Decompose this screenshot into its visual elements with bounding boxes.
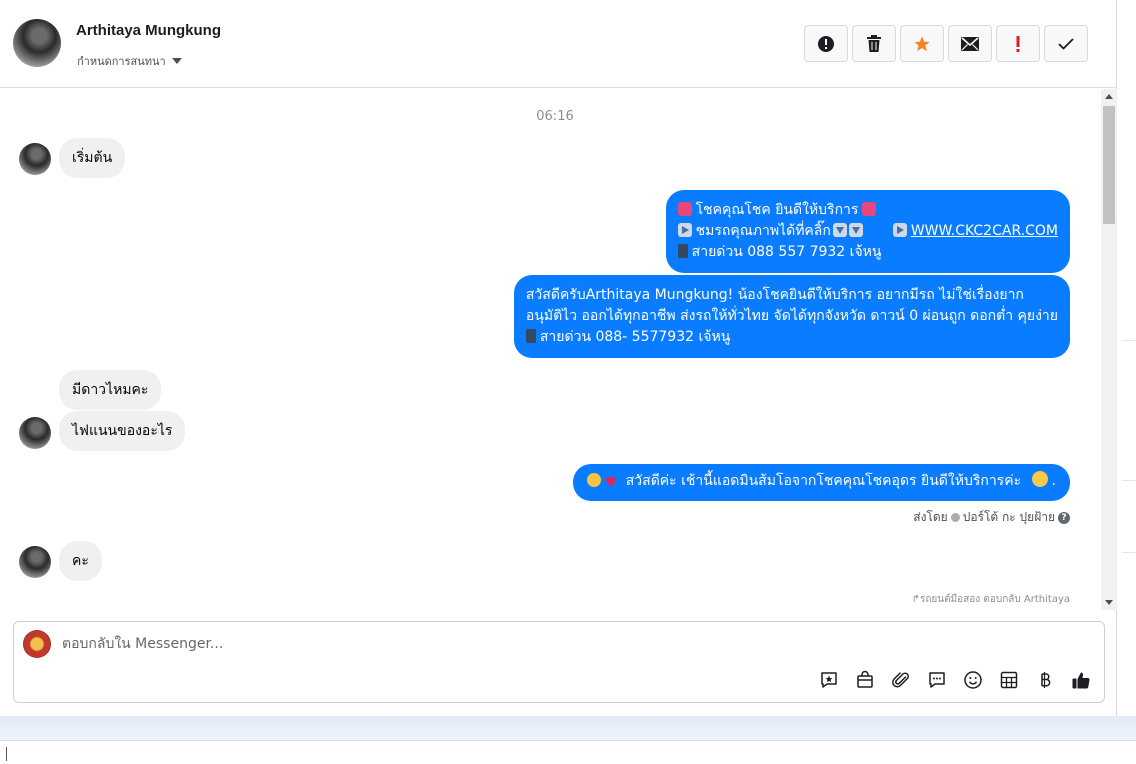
message-line: โชคคุณโชค ยินดีให้บริการ bbox=[677, 200, 1058, 221]
message-timestamp: 06:16 bbox=[536, 109, 574, 124]
baht-icon bbox=[1041, 672, 1051, 688]
shop-button[interactable] bbox=[854, 669, 876, 691]
assign-label: กำหนดการสนทนา bbox=[77, 55, 166, 68]
sender-avatar[interactable] bbox=[19, 143, 51, 175]
star-button[interactable] bbox=[900, 25, 944, 62]
folded-hands-icon bbox=[586, 473, 601, 487]
scroll-up-arrow-icon[interactable] bbox=[1105, 94, 1113, 99]
side-scroll-gutter bbox=[1118, 0, 1136, 716]
conversation-panel: Arthitaya Mungkung กำหนดการสนทนา 06:16 เ… bbox=[0, 0, 1117, 716]
sender-avatar[interactable] bbox=[19, 417, 51, 449]
paperclip-icon bbox=[892, 672, 909, 688]
mobile-phone-icon bbox=[677, 244, 688, 258]
scroll-down-arrow-icon[interactable] bbox=[1105, 600, 1113, 605]
mark-done-button[interactable] bbox=[1044, 25, 1088, 62]
grid-table-icon bbox=[1000, 671, 1018, 689]
reply-context-note: ↱รถยนต์มือสอง ตอบกลับ Arthitaya bbox=[911, 594, 1070, 605]
table-button[interactable] bbox=[998, 669, 1020, 691]
attach-file-button[interactable] bbox=[890, 669, 912, 691]
smiley-icon bbox=[964, 671, 982, 689]
payment-button[interactable] bbox=[1034, 669, 1056, 691]
message-line: อนุมัติไว ออกได้ทุกอาชีพ ส่งรถให้ทั่วไทย… bbox=[525, 308, 1058, 324]
mark-spam-button[interactable] bbox=[804, 25, 848, 62]
quick-reply-button[interactable] bbox=[926, 669, 948, 691]
bottom-text-bar[interactable] bbox=[0, 740, 1136, 764]
follow-up-button[interactable] bbox=[996, 25, 1040, 62]
incoming-message[interactable]: คะ bbox=[59, 541, 102, 581]
like-button[interactable] bbox=[1070, 669, 1092, 691]
composer-toolbar bbox=[818, 669, 1092, 691]
caret-down-icon bbox=[171, 58, 182, 64]
page-background-band bbox=[0, 716, 1136, 740]
down-arrow-icon bbox=[832, 223, 847, 237]
contact-name[interactable]: Arthitaya Mungkung bbox=[76, 22, 221, 39]
header-actions bbox=[804, 25, 1088, 62]
outgoing-message[interactable]: โชคคุณโชค ยินดีให้บริการ ชมรถคุณภาพได้ที… bbox=[665, 190, 1070, 273]
verified-dot-icon bbox=[950, 513, 960, 522]
down-arrow-icon bbox=[848, 223, 863, 237]
trash-icon bbox=[867, 34, 881, 52]
incoming-message[interactable]: ไฟแนนของอะไร bbox=[59, 411, 186, 451]
mobile-phone-icon bbox=[525, 329, 536, 343]
sent-by-info: ส่งโดย ปอร์โต้ กะ ปุยฝ้าย ? bbox=[913, 508, 1070, 527]
alert-circle-icon bbox=[818, 35, 834, 52]
sparkle-heart-icon bbox=[862, 202, 877, 216]
message-line: สายด่วน 088- 5577932 เจ้หนู bbox=[525, 327, 1058, 348]
envelope-icon bbox=[961, 36, 979, 51]
mark-unread-button[interactable] bbox=[948, 25, 992, 62]
star-icon bbox=[914, 36, 930, 51]
check-icon bbox=[1058, 37, 1074, 50]
reply-arrow-icon: ↱ bbox=[911, 594, 920, 605]
message-thread[interactable]: 06:16 เริ่มต้น โชคคุณโชค ยินดีให้บริการ … bbox=[0, 89, 1101, 610]
outgoing-message[interactable]: ♥ สวัสดีค่ะ เช้านี้แอดมินส้มโอจากโชคคุณโ… bbox=[572, 464, 1070, 501]
chat-bubble-icon bbox=[929, 672, 945, 688]
incoming-message[interactable]: เริ่มต้น bbox=[59, 138, 126, 178]
help-icon[interactable]: ? bbox=[1058, 511, 1070, 524]
play-button-icon bbox=[892, 223, 907, 237]
smiling-face-hearts-icon bbox=[1031, 471, 1048, 487]
reply-input[interactable] bbox=[62, 634, 962, 654]
play-button-icon bbox=[677, 223, 692, 237]
exclamation-icon bbox=[1016, 35, 1020, 52]
delete-button[interactable] bbox=[852, 25, 896, 62]
website-link[interactable]: WWW.CKC2CAR.COM bbox=[911, 223, 1058, 239]
assign-conversation-dropdown[interactable]: กำหนดการสนทนา bbox=[77, 52, 182, 70]
red-heart-icon: ♥ bbox=[604, 475, 618, 491]
saved-reply-icon bbox=[821, 672, 837, 688]
text-caret bbox=[6, 747, 7, 761]
message-line: ชมรถคุณภาพได้ที่คลิ๊ก WWW.CKC2CAR.COM bbox=[677, 221, 1058, 242]
saved-reply-button[interactable] bbox=[818, 669, 840, 691]
conversation-header: Arthitaya Mungkung กำหนดการสนทนา bbox=[0, 0, 1117, 88]
message-line: สายด่วน 088 557 7932 เจ้หนู bbox=[677, 242, 1058, 263]
shop-bag-icon bbox=[857, 670, 873, 688]
incoming-message[interactable]: มีดาวไหมคะ bbox=[59, 370, 162, 410]
message-line: สวัสดีครับArthitaya Mungkung! น้องโชคยิน… bbox=[525, 287, 1024, 303]
scroll-thumb[interactable] bbox=[1103, 106, 1115, 224]
thread-scrollbar[interactable] bbox=[1101, 89, 1117, 610]
outgoing-message[interactable]: สวัสดีครับArthitaya Mungkung! น้องโชคยิน… bbox=[513, 275, 1070, 358]
page-avatar bbox=[23, 630, 51, 658]
messenger-inbox-page: Arthitaya Mungkung กำหนดการสนทนา 06:16 เ… bbox=[0, 0, 1136, 764]
reply-composer bbox=[13, 621, 1105, 703]
sparkle-heart-icon bbox=[677, 202, 692, 216]
contact-avatar[interactable] bbox=[13, 19, 61, 67]
emoji-button[interactable] bbox=[962, 669, 984, 691]
thumbs-up-icon bbox=[1072, 672, 1090, 689]
sender-avatar[interactable] bbox=[19, 546, 51, 578]
sender-name[interactable]: ปอร์โต้ กะ ปุยฝ้าย bbox=[963, 508, 1055, 527]
